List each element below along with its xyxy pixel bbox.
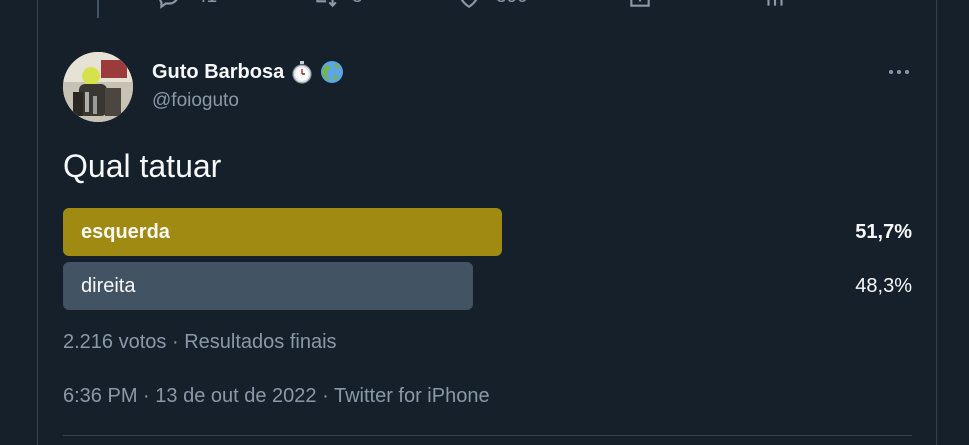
tweet-source-link[interactable]: Twitter for iPhone [334, 385, 490, 407]
retweet-action[interactable]: 3 [312, 0, 363, 10]
poll-option-label: esquerda [81, 221, 170, 243]
tweet-time: 6:36 PM [63, 385, 138, 407]
more-dot-icon [897, 70, 901, 74]
reply-icon [159, 0, 178, 9]
more-options-button[interactable] [883, 60, 915, 84]
reply-count: 41 [196, 0, 217, 8]
more-dot-icon [889, 70, 893, 74]
stopwatch-emoji-icon [290, 60, 314, 84]
timeline-border-left [37, 0, 38, 445]
share-action[interactable] [627, 0, 653, 10]
separator-dot: · [171, 331, 185, 353]
previous-tweet-action-bar: 41 3 390 [0, 0, 969, 16]
poll-option-percent: 48,3% [855, 275, 912, 297]
like-icon [460, 0, 478, 9]
author-display-name[interactable]: Guto Barbosa [152, 61, 284, 84]
timeline-border-right [936, 0, 937, 445]
author-name-row[interactable]: Guto Barbosa [152, 60, 344, 84]
analytics-icon [767, 0, 783, 6]
retweet-icon [316, 0, 337, 8]
tweet-timestamp-link[interactable]: 6:36 PM · 13 de out de 2022 [63, 385, 317, 407]
poll-status: Resultados finais [184, 331, 337, 353]
retweet-count: 3 [352, 0, 363, 8]
avatar-image [63, 52, 133, 122]
tweet-text: Qual tatuar [63, 148, 222, 184]
tweet-metadata: 6:36 PM · 13 de out de 2022 · Twitter fo… [63, 385, 490, 408]
share-icon [630, 0, 650, 7]
globe-americas-emoji-icon [320, 60, 344, 84]
analytics-action[interactable] [762, 0, 788, 10]
divider [63, 435, 912, 436]
reply-action[interactable]: 41 [156, 0, 217, 10]
author-handle[interactable]: @foioguto [152, 90, 239, 112]
more-dot-icon [905, 70, 909, 74]
poll-vote-count: 2.216 votos [63, 331, 167, 353]
separator-dot: · [322, 385, 334, 407]
like-count: 390 [496, 0, 528, 8]
poll-option-label: direita [81, 275, 136, 297]
poll-option-percent: 51,7% [855, 221, 912, 243]
like-action[interactable]: 390 [456, 0, 528, 10]
tweet-date: 13 de out de 2022 [155, 385, 317, 407]
avatar[interactable] [63, 52, 133, 122]
poll-summary: 2.216 votos · Resultados finais [63, 331, 337, 354]
